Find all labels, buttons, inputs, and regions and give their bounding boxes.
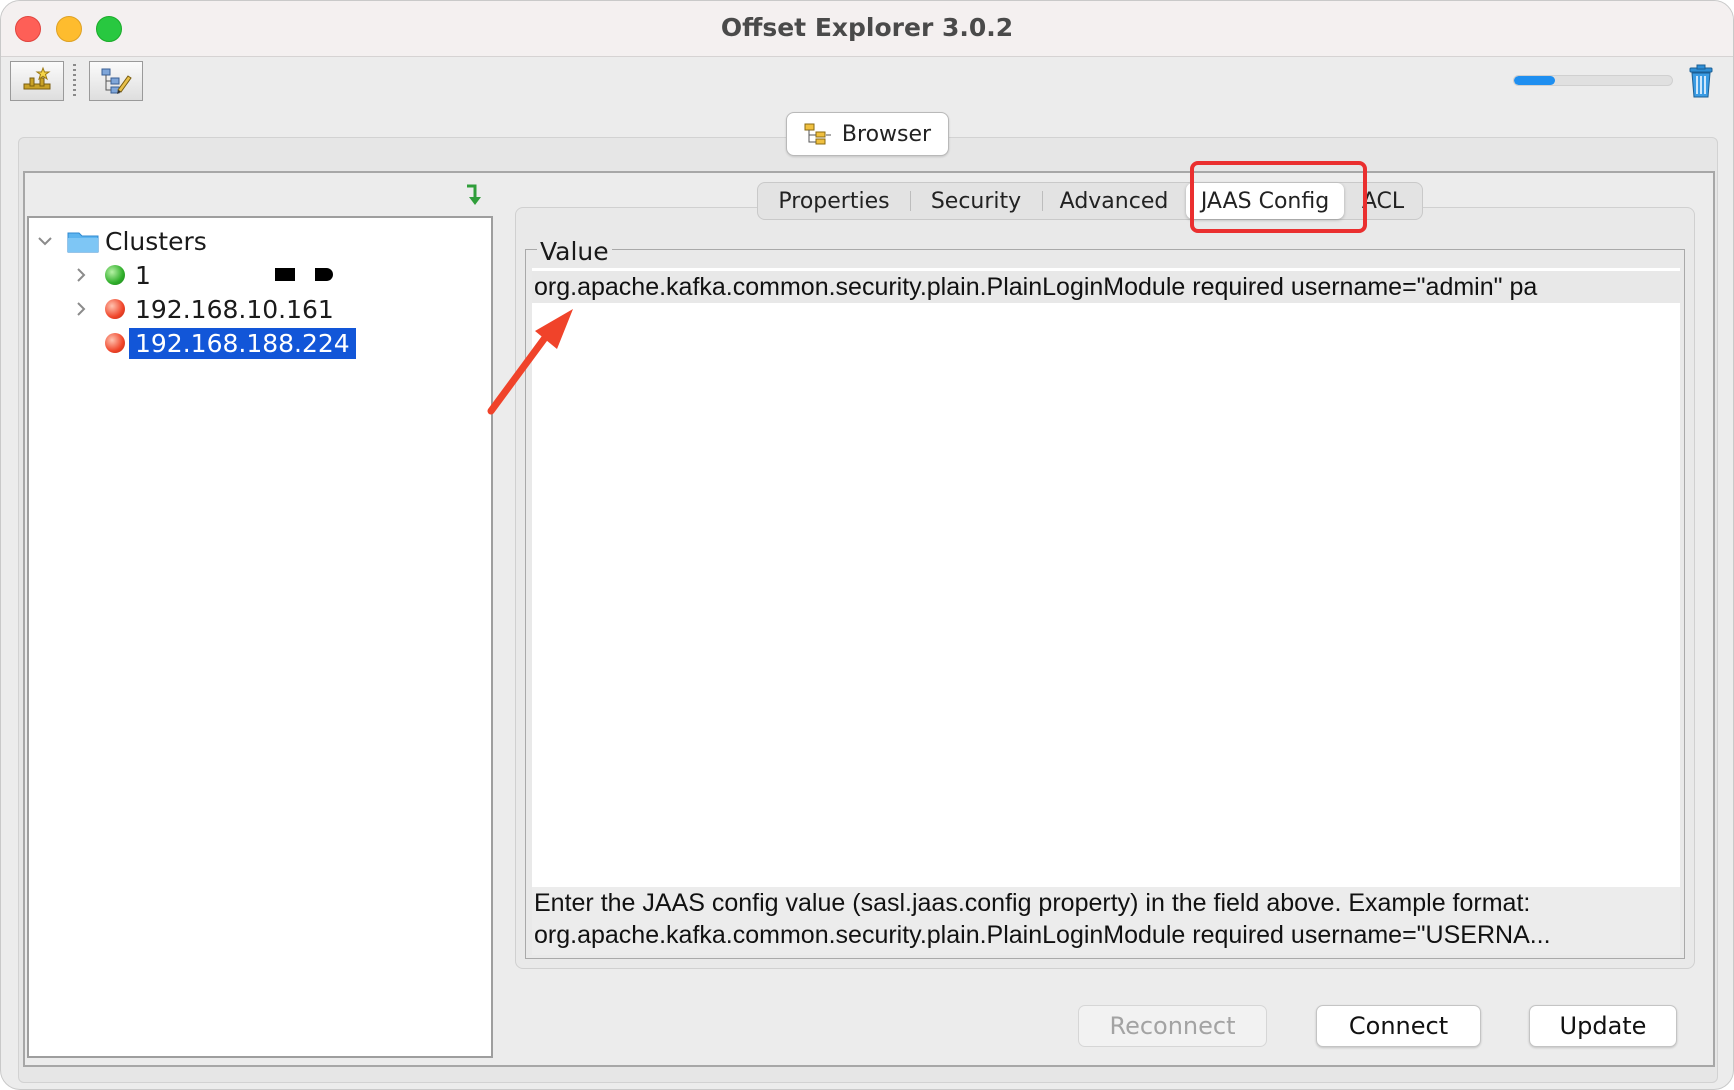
connect-button[interactable]: Connect bbox=[1316, 1005, 1481, 1047]
toolbar bbox=[1, 58, 1733, 108]
collapse-tree-button[interactable] bbox=[463, 183, 487, 209]
tab-label: Security bbox=[930, 188, 1022, 214]
folder-icon bbox=[67, 232, 99, 253]
browser-button[interactable]: Browser bbox=[786, 112, 949, 156]
tab-advanced[interactable]: Advanced bbox=[1042, 183, 1186, 219]
jaas-help-text: Enter the JAAS config value (sasl.jaas.c… bbox=[532, 887, 1680, 955]
status-connected-icon bbox=[105, 265, 125, 285]
tab-label: Advanced bbox=[1059, 188, 1169, 214]
annotation-highlight-box bbox=[1190, 161, 1367, 233]
title-bar: Offset Explorer 3.0.2 bbox=[1, 1, 1733, 57]
tree-node-label-selected: 192.168.188.224 bbox=[129, 327, 356, 359]
update-button[interactable]: Update bbox=[1529, 1005, 1677, 1047]
help-line-1: Enter the JAAS config value (sasl.jaas.c… bbox=[534, 889, 1531, 917]
value-legend: Value bbox=[537, 237, 612, 266]
tab-label: ACL bbox=[1361, 188, 1405, 214]
tree-node-label: 192.168.10.161 bbox=[135, 294, 334, 324]
chevron-down-icon[interactable] bbox=[37, 233, 53, 249]
add-connection-button[interactable] bbox=[10, 61, 64, 101]
tree-node-label: 1 bbox=[135, 260, 151, 290]
tab-label: Properties bbox=[778, 188, 890, 214]
tree-root-label: Clusters bbox=[105, 226, 207, 256]
status-disconnected-icon bbox=[105, 333, 125, 353]
redaction-mark bbox=[315, 268, 333, 281]
cluster-tree[interactable]: Clusters 1 192.168.10.161 192.168.188.22… bbox=[27, 216, 493, 1058]
activity-progress-bar bbox=[1513, 75, 1673, 86]
reconnect-button[interactable]: Reconnect bbox=[1078, 1005, 1267, 1047]
tree-node-cluster-2[interactable]: 192.168.10.161 bbox=[73, 292, 340, 326]
trash-button[interactable] bbox=[1687, 64, 1715, 98]
trash-icon bbox=[1689, 64, 1713, 98]
progress-fill bbox=[1514, 76, 1556, 85]
edit-tree-button[interactable] bbox=[89, 61, 143, 101]
tab-properties[interactable]: Properties bbox=[758, 183, 910, 219]
tree-edit-icon bbox=[101, 68, 132, 94]
tree-node-cluster-3[interactable]: 192.168.188.224 bbox=[105, 326, 356, 360]
help-line-2: org.apache.kafka.common.security.plain.P… bbox=[534, 921, 1551, 949]
tab-security[interactable]: Security bbox=[910, 183, 1042, 219]
green-down-arrow-icon bbox=[467, 184, 481, 205]
tree-root-clusters[interactable]: Clusters bbox=[37, 224, 207, 258]
toolbar-separator bbox=[73, 64, 76, 96]
chevron-right-icon[interactable] bbox=[73, 301, 89, 317]
tree-node-cluster-1[interactable]: 1 bbox=[73, 258, 157, 292]
connection-add-icon bbox=[23, 66, 51, 90]
jaas-value-textarea[interactable]: org.apache.kafka.common.security.plain.P… bbox=[532, 268, 1680, 888]
chevron-right-icon[interactable] bbox=[73, 267, 89, 283]
jaas-value-text[interactable]: org.apache.kafka.common.security.plain.P… bbox=[532, 271, 1680, 303]
status-disconnected-icon bbox=[105, 299, 125, 319]
redaction-mark bbox=[275, 268, 295, 281]
annotation-arrow-icon bbox=[487, 309, 573, 415]
app-window: Offset Explorer 3.0.2 Browser Clusters 1… bbox=[0, 0, 1734, 1090]
browser-button-label: Browser bbox=[841, 121, 932, 147]
browser-tree-icon bbox=[804, 123, 831, 145]
window-title: Offset Explorer 3.0.2 bbox=[720, 13, 1014, 42]
